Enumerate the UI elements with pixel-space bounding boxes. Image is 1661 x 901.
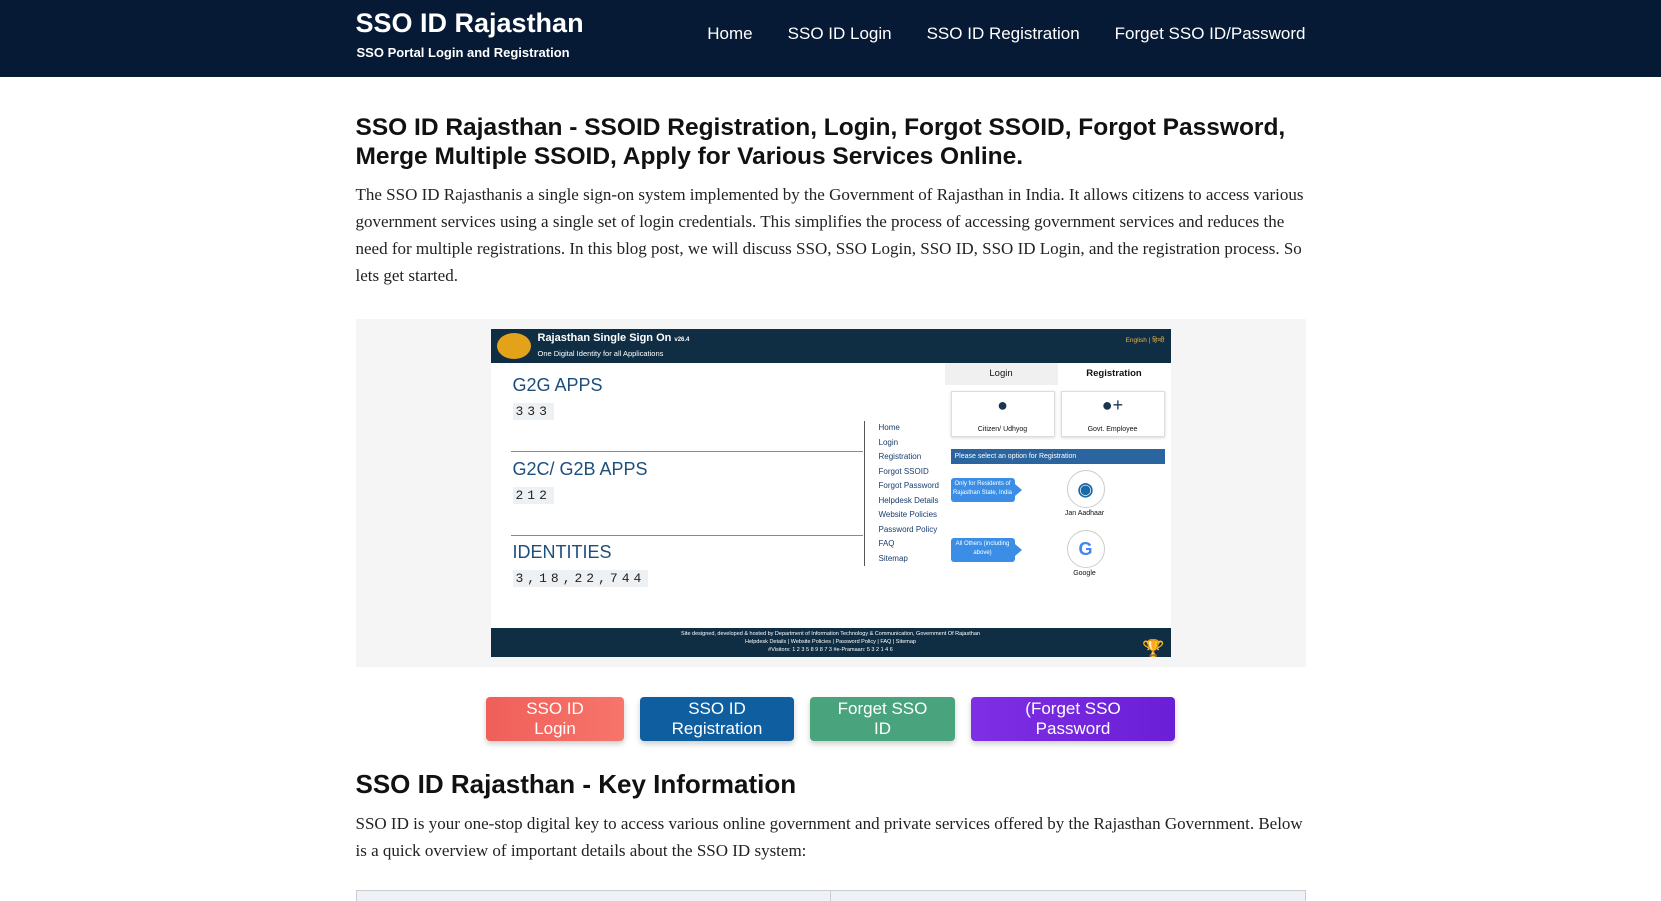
screenshot-stats: G2G APPS 333 G2C/ G2B APPS 212 IDENTITIE… bbox=[491, 363, 945, 628]
screenshot-jan-aadhaar-row: Only for Residents of Rajasthan State, I… bbox=[945, 464, 1171, 524]
key-information-table bbox=[355, 890, 1306, 901]
screenshot-footer-credit: Site designed, developed & hosted by Dep… bbox=[681, 631, 980, 637]
screenshot-tagline: One Digital Identity for all Application… bbox=[537, 349, 664, 358]
page-title: SSO ID Rajasthan - SSOID Registration, L… bbox=[355, 114, 1286, 170]
user-icon: ● bbox=[997, 395, 1008, 415]
table-header-cell bbox=[831, 891, 1305, 901]
add-user-icon: ●+ bbox=[1101, 395, 1124, 415]
table-header-cell bbox=[357, 891, 831, 901]
screenshot-option-citizen: ● Citizen/ Udhyog bbox=[950, 391, 1055, 437]
site-subtitle: SSO Portal Login and Registration bbox=[356, 45, 570, 60]
sso-id-login-button[interactable]: SSO ID Login bbox=[486, 697, 624, 741]
screenshot-options: ● Citizen/ Udhyog ●+ Govt. Employee bbox=[945, 385, 1171, 437]
screenshot-menu-item: Forgot Password bbox=[878, 481, 939, 490]
screenshot-menu-item: Password Policy bbox=[878, 524, 938, 534]
screenshot-menu-item: Forgot SSOID bbox=[878, 466, 929, 476]
intro-paragraph: The SSO ID Rajasthanis a single sign-on … bbox=[355, 185, 1304, 285]
nav-sso-id-login[interactable]: SSO ID Login bbox=[788, 24, 892, 44]
stat-identities-label: IDENTITIES bbox=[512, 542, 612, 562]
screenshot-header: Rajasthan Single Sign On v26.4 One Digita… bbox=[490, 329, 1171, 363]
forget-sso-password-button[interactable]: (Forget SSO Password bbox=[971, 697, 1175, 741]
site-title[interactable]: SSO ID Rajasthan bbox=[356, 8, 584, 39]
site-header: SSO ID Rajasthan SSO Portal Login and Re… bbox=[0, 0, 1661, 77]
screenshot-google-row: All Others (including above) G Google bbox=[945, 524, 1171, 584]
stat-g2g-label: G2G APPS bbox=[512, 375, 603, 395]
main-nav: Home SSO ID Login SSO ID Registration Fo… bbox=[707, 24, 1305, 44]
screenshot-menu-item: Login bbox=[878, 437, 899, 447]
stat-g2c-label: G2C/ G2B APPS bbox=[512, 459, 648, 479]
stat-divider bbox=[510, 451, 863, 452]
forget-sso-id-button[interactable]: Forget SSO ID bbox=[810, 697, 955, 741]
screenshot-footer: Site designed, developed & hosted by Dep… bbox=[490, 628, 1171, 657]
action-buttons: SSO ID Login SSO ID Registration Forget … bbox=[356, 697, 1306, 741]
sso-portal-screenshot-figure: Rajasthan Single Sign On v26.4 One Digita… bbox=[355, 319, 1306, 667]
screenshot-title: Rajasthan Single Sign On v26.4 bbox=[538, 332, 690, 344]
screenshot-menu-item: FAQ bbox=[878, 539, 895, 548]
screenshot-menu-item: Registration bbox=[878, 452, 922, 461]
screenshot-menu-item: Website Policies bbox=[878, 510, 938, 519]
main-content: SSO ID Rajasthan - SSOID Registration, L… bbox=[355, 113, 1306, 901]
screenshot-title-text: Rajasthan Single Sign On bbox=[537, 332, 672, 344]
screenshot-footer-links: Helpdesk Details | Website Policies | Pa… bbox=[745, 639, 916, 645]
screenshot-registration-panel: Login Registration ● Citizen/ Udhyog ●+ … bbox=[944, 363, 1171, 628]
screenshot-option-label: Citizen/ Udhyog bbox=[977, 426, 1028, 433]
nav-forget-sso-id-password[interactable]: Forget SSO ID/Password bbox=[1115, 24, 1306, 44]
screenshot-version: v26.4 bbox=[674, 337, 690, 343]
stat-identities-value: 3,18,22,744 bbox=[512, 570, 649, 587]
sso-id-registration-button[interactable]: SSO ID Registration bbox=[640, 697, 794, 741]
screenshot-menu-item: Home bbox=[878, 423, 900, 432]
screenshot-others-note: All Others (including above) bbox=[950, 538, 1022, 562]
screenshot-tab-registration: Registration bbox=[1086, 368, 1142, 379]
key-information-paragraph: SSO ID is your one-stop digital key to a… bbox=[355, 814, 1303, 860]
google-icon: G bbox=[1066, 530, 1105, 568]
key-information-heading: SSO ID Rajasthan - Key Information bbox=[355, 769, 797, 799]
screenshot-menu: Home Login Registration Forgot SSOID For… bbox=[863, 421, 939, 566]
jan-aadhaar-label: Jan Aadhaar bbox=[1064, 510, 1105, 517]
screenshot-menu-item: Helpdesk Details bbox=[878, 495, 939, 505]
nav-home[interactable]: Home bbox=[707, 24, 752, 44]
stat-g2g-value: 333 bbox=[512, 403, 554, 420]
stat-g2c-value: 212 bbox=[512, 487, 554, 504]
screenshot-language: English | हिन्दी bbox=[1125, 337, 1165, 344]
trophy-icon: 🏆 bbox=[1142, 639, 1165, 657]
google-label: Google bbox=[1073, 570, 1096, 577]
screenshot-registration-prompt: Please select an option for Registration bbox=[950, 449, 1165, 464]
screenshot-option-label: Govt. Employee bbox=[1087, 426, 1138, 433]
screenshot-menu-item: Sitemap bbox=[878, 553, 908, 563]
rajasthan-emblem-icon bbox=[496, 333, 531, 359]
jan-aadhaar-icon: ◉ bbox=[1066, 470, 1105, 508]
screenshot-option-govt: ●+ Govt. Employee bbox=[1060, 391, 1165, 437]
sso-portal-screenshot: Rajasthan Single Sign On v26.4 One Digita… bbox=[490, 329, 1171, 657]
screenshot-footer-counters: #Visitors: 1 2 3 5 8 9 8 7 3 #e-Pramaan:… bbox=[768, 647, 893, 653]
nav-sso-id-registration[interactable]: SSO ID Registration bbox=[927, 24, 1080, 44]
screenshot-residents-note: Only for Residents of Rajasthan State, I… bbox=[950, 478, 1022, 502]
stat-divider bbox=[510, 535, 863, 536]
screenshot-tab-login: Login bbox=[944, 363, 1058, 385]
screenshot-tabs: Login Registration bbox=[944, 363, 1171, 385]
